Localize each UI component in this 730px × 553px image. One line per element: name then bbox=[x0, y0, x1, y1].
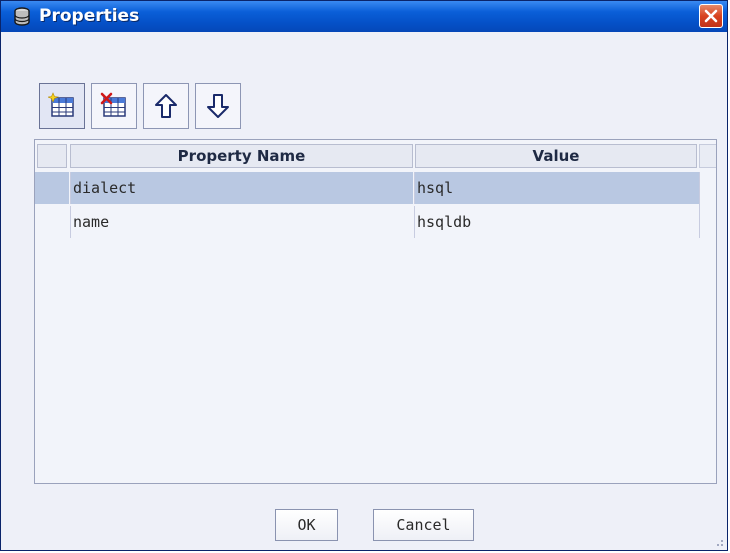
resize-grip-icon[interactable] bbox=[712, 535, 724, 547]
close-icon bbox=[704, 9, 718, 23]
title-bar[interactable]: Properties bbox=[1, 1, 727, 32]
close-button[interactable] bbox=[699, 4, 723, 28]
property-name-cell[interactable]: name bbox=[70, 206, 413, 238]
row-header[interactable] bbox=[35, 172, 69, 204]
ok-button[interactable]: OK bbox=[275, 509, 338, 541]
properties-dialog: Properties Property Name Value dialect h… bbox=[0, 0, 728, 551]
move-down-button[interactable] bbox=[195, 83, 241, 129]
row-header[interactable] bbox=[35, 206, 69, 238]
column-header-value[interactable]: Value bbox=[415, 144, 697, 168]
table-row[interactable]: name hsqldb bbox=[35, 206, 700, 238]
window-title: Properties bbox=[39, 6, 140, 26]
add-property-button[interactable] bbox=[39, 83, 85, 129]
delete-row-icon bbox=[100, 92, 126, 117]
properties-table: Property Name Value dialect hsql name hs… bbox=[34, 139, 717, 484]
database-icon bbox=[13, 7, 31, 26]
cancel-button[interactable]: Cancel bbox=[373, 509, 474, 541]
arrow-down-icon bbox=[207, 94, 229, 118]
property-value-cell[interactable]: hsqldb bbox=[414, 206, 700, 238]
move-up-button[interactable] bbox=[143, 83, 189, 129]
table-row[interactable]: dialect hsql bbox=[35, 172, 700, 204]
remove-property-button[interactable] bbox=[91, 83, 137, 129]
header-scroll-corner bbox=[699, 144, 716, 168]
arrow-up-icon bbox=[155, 94, 177, 118]
property-value-cell[interactable]: hsql bbox=[414, 172, 700, 204]
table-toolbar bbox=[39, 83, 241, 131]
column-header-property-name[interactable]: Property Name bbox=[70, 144, 413, 168]
table-right-divider bbox=[699, 172, 700, 238]
add-row-icon bbox=[48, 92, 74, 117]
table-header: Property Name Value bbox=[35, 140, 716, 172]
row-header-corner bbox=[37, 144, 67, 168]
property-name-cell[interactable]: dialect bbox=[70, 172, 413, 204]
